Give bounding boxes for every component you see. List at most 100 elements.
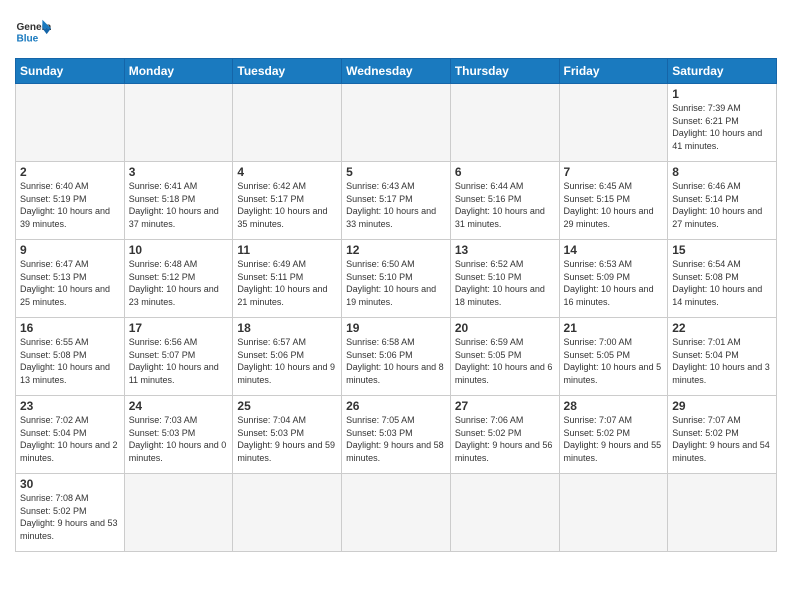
day-number: 10: [129, 243, 229, 257]
calendar-page: General Blue SundayMondayTuesdayWednesda…: [0, 0, 792, 612]
day-header-friday: Friday: [559, 59, 668, 84]
calendar-cell: 13Sunrise: 6:52 AMSunset: 5:10 PMDayligh…: [450, 240, 559, 318]
logo-icon: General Blue: [15, 14, 51, 50]
calendar-cell: 9Sunrise: 6:47 AMSunset: 5:13 PMDaylight…: [16, 240, 125, 318]
calendar-header-row: SundayMondayTuesdayWednesdayThursdayFrid…: [16, 59, 777, 84]
day-info: Sunrise: 6:44 AMSunset: 5:16 PMDaylight:…: [455, 180, 555, 230]
calendar-cell: 5Sunrise: 6:43 AMSunset: 5:17 PMDaylight…: [342, 162, 451, 240]
calendar-cell: 22Sunrise: 7:01 AMSunset: 5:04 PMDayligh…: [668, 318, 777, 396]
calendar-week-4: 23Sunrise: 7:02 AMSunset: 5:04 PMDayligh…: [16, 396, 777, 474]
calendar-cell: [124, 474, 233, 552]
day-number: 4: [237, 165, 337, 179]
day-info: Sunrise: 6:54 AMSunset: 5:08 PMDaylight:…: [672, 258, 772, 308]
calendar-cell: 17Sunrise: 6:56 AMSunset: 5:07 PMDayligh…: [124, 318, 233, 396]
day-info: Sunrise: 6:46 AMSunset: 5:14 PMDaylight:…: [672, 180, 772, 230]
calendar-cell: 21Sunrise: 7:00 AMSunset: 5:05 PMDayligh…: [559, 318, 668, 396]
day-info: Sunrise: 7:07 AMSunset: 5:02 PMDaylight:…: [564, 414, 664, 464]
day-number: 27: [455, 399, 555, 413]
calendar-cell: 2Sunrise: 6:40 AMSunset: 5:19 PMDaylight…: [16, 162, 125, 240]
day-number: 16: [20, 321, 120, 335]
day-info: Sunrise: 6:45 AMSunset: 5:15 PMDaylight:…: [564, 180, 664, 230]
day-number: 11: [237, 243, 337, 257]
day-info: Sunrise: 7:39 AMSunset: 6:21 PMDaylight:…: [672, 102, 772, 152]
calendar-cell: 6Sunrise: 6:44 AMSunset: 5:16 PMDaylight…: [450, 162, 559, 240]
day-info: Sunrise: 6:59 AMSunset: 5:05 PMDaylight:…: [455, 336, 555, 386]
day-info: Sunrise: 6:53 AMSunset: 5:09 PMDaylight:…: [564, 258, 664, 308]
day-number: 24: [129, 399, 229, 413]
day-info: Sunrise: 6:55 AMSunset: 5:08 PMDaylight:…: [20, 336, 120, 386]
day-number: 12: [346, 243, 446, 257]
day-number: 22: [672, 321, 772, 335]
calendar-cell: 8Sunrise: 6:46 AMSunset: 5:14 PMDaylight…: [668, 162, 777, 240]
day-number: 20: [455, 321, 555, 335]
day-header-wednesday: Wednesday: [342, 59, 451, 84]
calendar-week-1: 2Sunrise: 6:40 AMSunset: 5:19 PMDaylight…: [16, 162, 777, 240]
day-info: Sunrise: 6:41 AMSunset: 5:18 PMDaylight:…: [129, 180, 229, 230]
calendar-cell: 20Sunrise: 6:59 AMSunset: 5:05 PMDayligh…: [450, 318, 559, 396]
day-info: Sunrise: 7:06 AMSunset: 5:02 PMDaylight:…: [455, 414, 555, 464]
day-number: 15: [672, 243, 772, 257]
day-number: 14: [564, 243, 664, 257]
calendar-cell: 1Sunrise: 7:39 AMSunset: 6:21 PMDaylight…: [668, 84, 777, 162]
logo: General Blue: [15, 14, 51, 50]
calendar-cell: 16Sunrise: 6:55 AMSunset: 5:08 PMDayligh…: [16, 318, 125, 396]
calendar-cell: 11Sunrise: 6:49 AMSunset: 5:11 PMDayligh…: [233, 240, 342, 318]
calendar-week-5: 30Sunrise: 7:08 AMSunset: 5:02 PMDayligh…: [16, 474, 777, 552]
day-info: Sunrise: 7:02 AMSunset: 5:04 PMDaylight:…: [20, 414, 120, 464]
day-info: Sunrise: 6:47 AMSunset: 5:13 PMDaylight:…: [20, 258, 120, 308]
day-info: Sunrise: 7:08 AMSunset: 5:02 PMDaylight:…: [20, 492, 120, 542]
calendar-cell: 4Sunrise: 6:42 AMSunset: 5:17 PMDaylight…: [233, 162, 342, 240]
day-header-thursday: Thursday: [450, 59, 559, 84]
day-number: 1: [672, 87, 772, 101]
day-number: 19: [346, 321, 446, 335]
day-info: Sunrise: 6:43 AMSunset: 5:17 PMDaylight:…: [346, 180, 446, 230]
calendar-cell: [233, 474, 342, 552]
day-number: 7: [564, 165, 664, 179]
day-info: Sunrise: 7:07 AMSunset: 5:02 PMDaylight:…: [672, 414, 772, 464]
day-number: 9: [20, 243, 120, 257]
calendar-cell: [124, 84, 233, 162]
day-info: Sunrise: 7:01 AMSunset: 5:04 PMDaylight:…: [672, 336, 772, 386]
day-info: Sunrise: 6:56 AMSunset: 5:07 PMDaylight:…: [129, 336, 229, 386]
calendar-cell: 23Sunrise: 7:02 AMSunset: 5:04 PMDayligh…: [16, 396, 125, 474]
day-header-saturday: Saturday: [668, 59, 777, 84]
day-info: Sunrise: 6:40 AMSunset: 5:19 PMDaylight:…: [20, 180, 120, 230]
calendar-cell: [233, 84, 342, 162]
day-number: 17: [129, 321, 229, 335]
day-number: 6: [455, 165, 555, 179]
day-info: Sunrise: 6:49 AMSunset: 5:11 PMDaylight:…: [237, 258, 337, 308]
calendar-table: SundayMondayTuesdayWednesdayThursdayFrid…: [15, 58, 777, 552]
calendar-cell: [342, 474, 451, 552]
header: General Blue: [15, 10, 777, 50]
day-info: Sunrise: 6:58 AMSunset: 5:06 PMDaylight:…: [346, 336, 446, 386]
day-info: Sunrise: 6:42 AMSunset: 5:17 PMDaylight:…: [237, 180, 337, 230]
calendar-cell: 10Sunrise: 6:48 AMSunset: 5:12 PMDayligh…: [124, 240, 233, 318]
day-info: Sunrise: 7:03 AMSunset: 5:03 PMDaylight:…: [129, 414, 229, 464]
day-info: Sunrise: 6:48 AMSunset: 5:12 PMDaylight:…: [129, 258, 229, 308]
svg-text:Blue: Blue: [16, 33, 38, 44]
calendar-cell: 26Sunrise: 7:05 AMSunset: 5:03 PMDayligh…: [342, 396, 451, 474]
day-number: 23: [20, 399, 120, 413]
day-header-sunday: Sunday: [16, 59, 125, 84]
day-number: 29: [672, 399, 772, 413]
calendar-cell: [450, 474, 559, 552]
day-number: 28: [564, 399, 664, 413]
calendar-cell: 25Sunrise: 7:04 AMSunset: 5:03 PMDayligh…: [233, 396, 342, 474]
calendar-cell: [668, 474, 777, 552]
calendar-cell: 24Sunrise: 7:03 AMSunset: 5:03 PMDayligh…: [124, 396, 233, 474]
day-info: Sunrise: 7:05 AMSunset: 5:03 PMDaylight:…: [346, 414, 446, 464]
calendar-cell: [450, 84, 559, 162]
calendar-cell: 30Sunrise: 7:08 AMSunset: 5:02 PMDayligh…: [16, 474, 125, 552]
day-info: Sunrise: 7:00 AMSunset: 5:05 PMDaylight:…: [564, 336, 664, 386]
day-number: 26: [346, 399, 446, 413]
calendar-cell: 18Sunrise: 6:57 AMSunset: 5:06 PMDayligh…: [233, 318, 342, 396]
day-header-monday: Monday: [124, 59, 233, 84]
day-number: 25: [237, 399, 337, 413]
day-number: 2: [20, 165, 120, 179]
calendar-week-2: 9Sunrise: 6:47 AMSunset: 5:13 PMDaylight…: [16, 240, 777, 318]
calendar-cell: 14Sunrise: 6:53 AMSunset: 5:09 PMDayligh…: [559, 240, 668, 318]
day-number: 8: [672, 165, 772, 179]
calendar-cell: [16, 84, 125, 162]
day-info: Sunrise: 6:57 AMSunset: 5:06 PMDaylight:…: [237, 336, 337, 386]
day-info: Sunrise: 6:50 AMSunset: 5:10 PMDaylight:…: [346, 258, 446, 308]
